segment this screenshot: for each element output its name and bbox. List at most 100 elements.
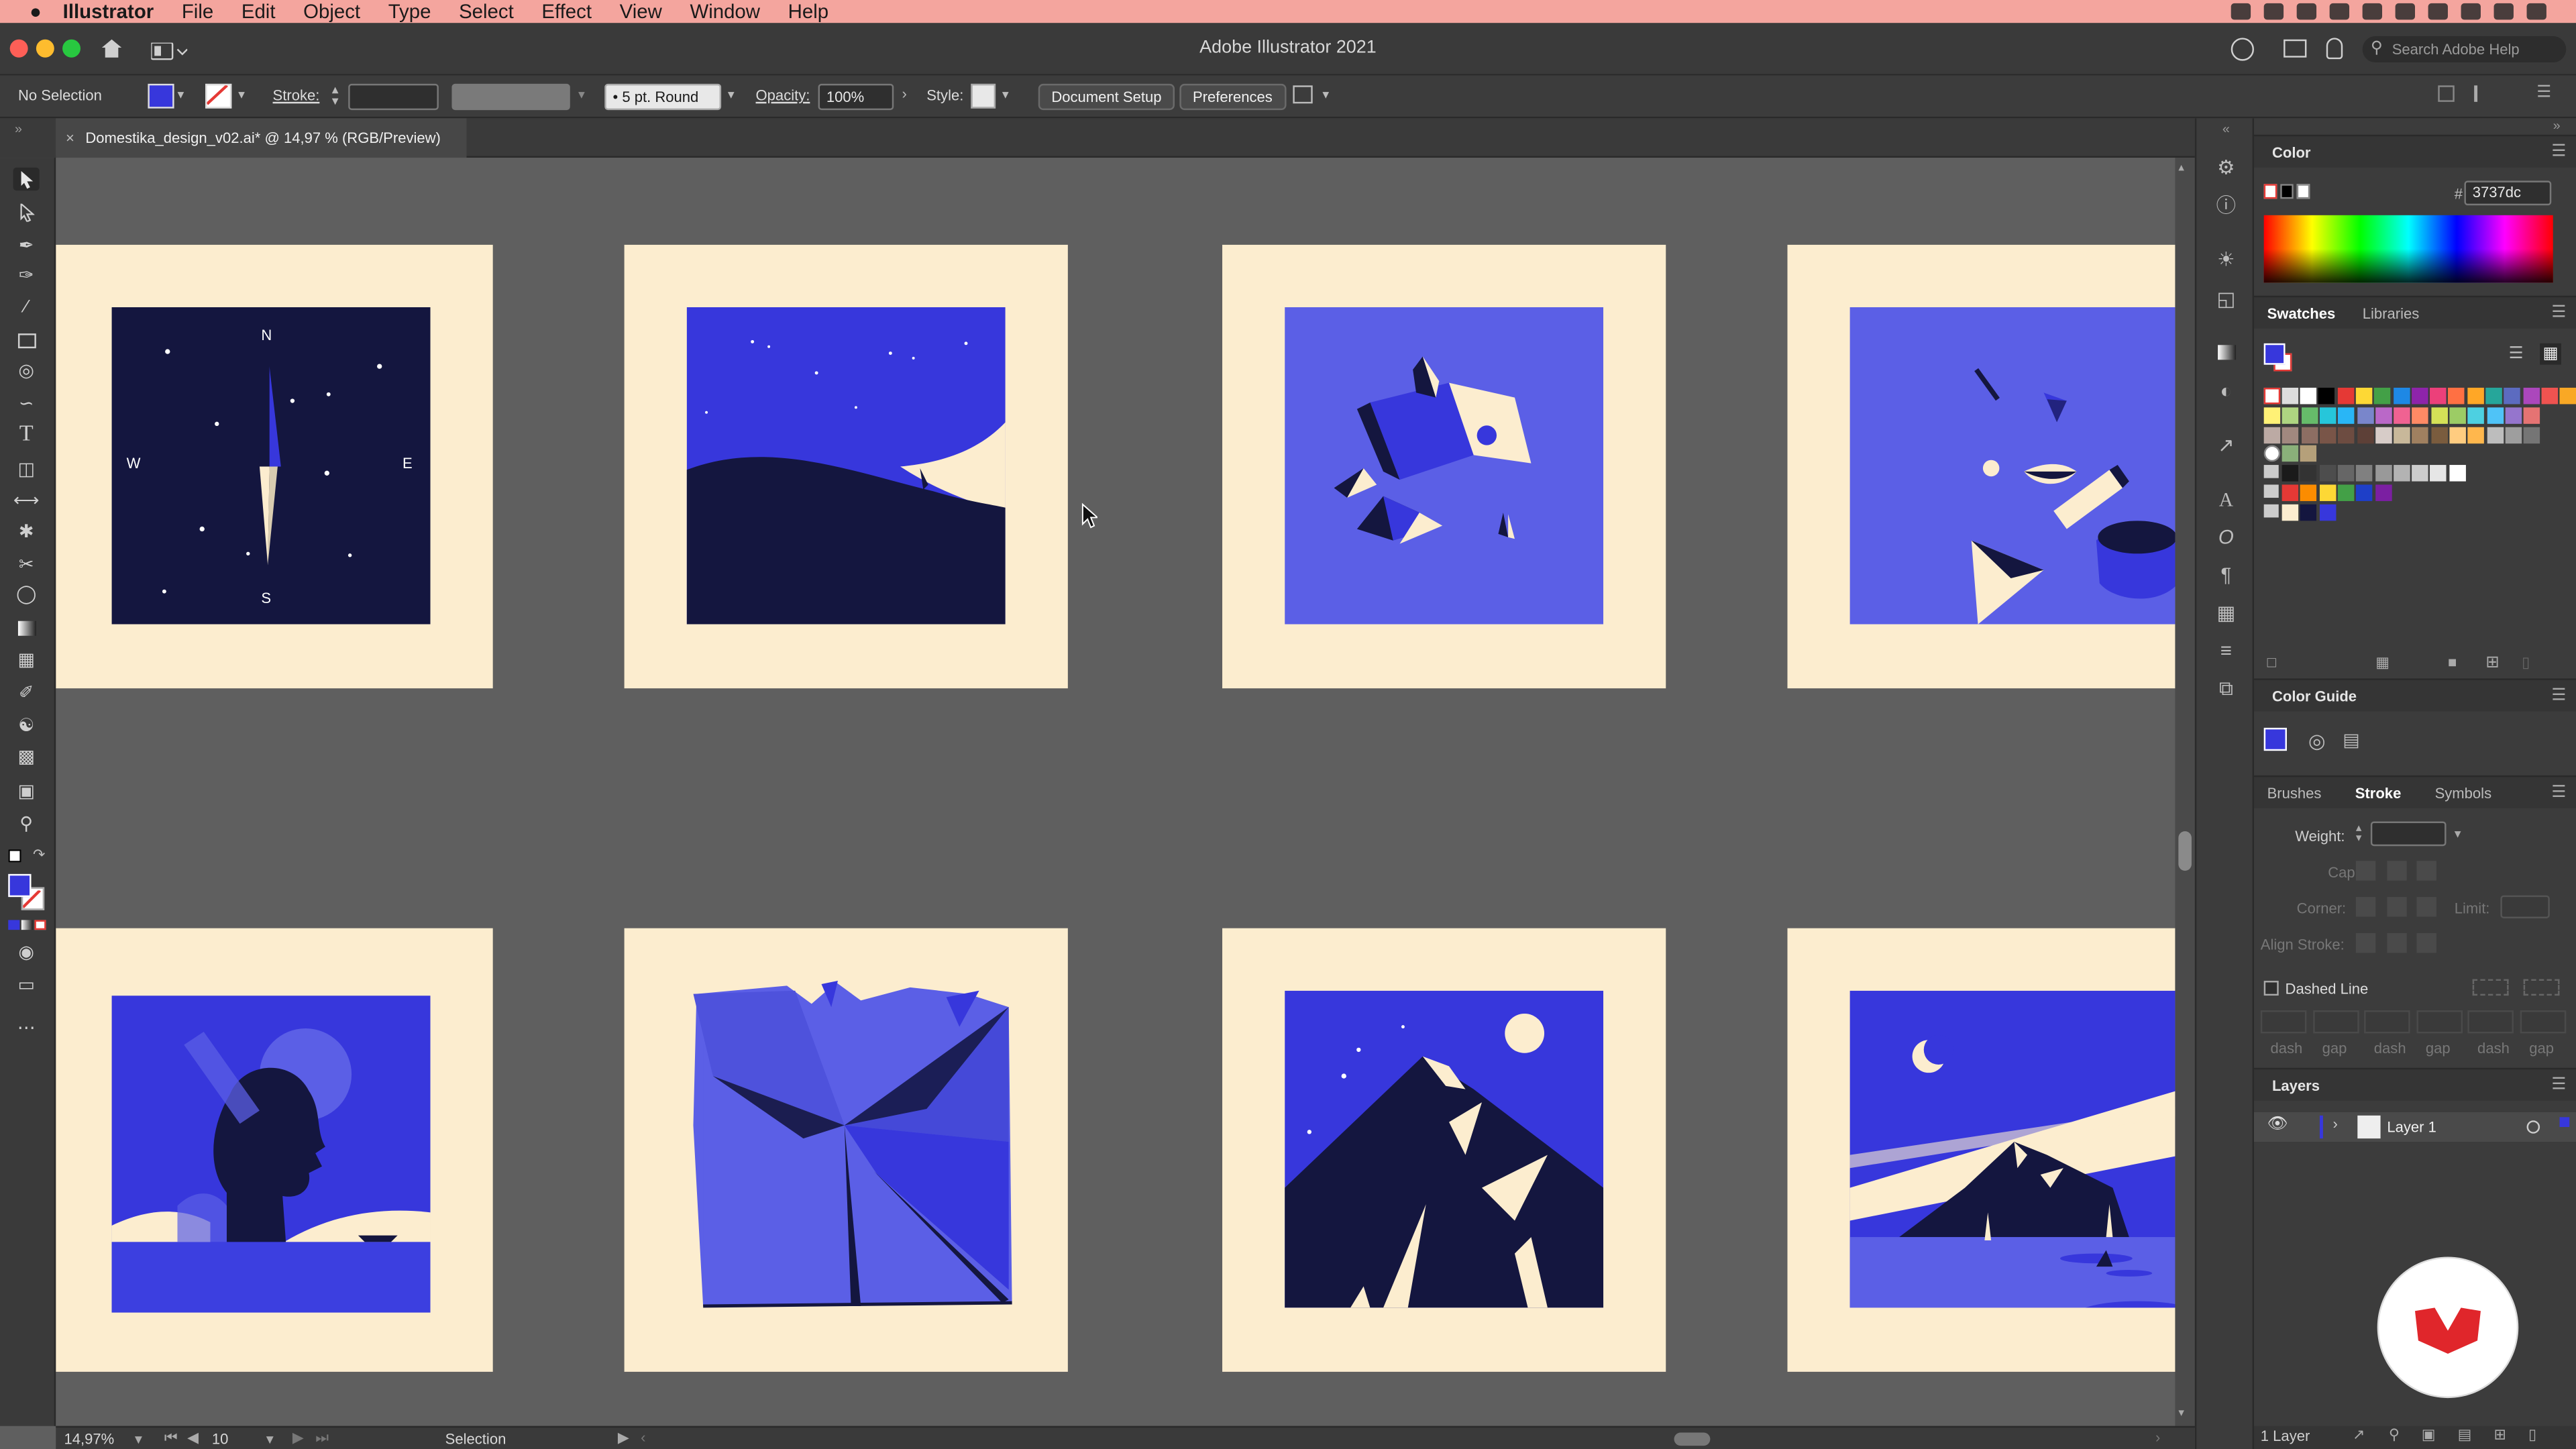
expand-layer-icon[interactable]: ›	[2333, 1116, 2338, 1132]
character-icon[interactable]: A	[2214, 488, 2237, 511]
delete-swatch-icon[interactable]: ▯	[2522, 654, 2530, 672]
swatch-gray-2[interactable]	[2300, 465, 2317, 482]
line-tool-icon[interactable]: ⁄	[13, 296, 40, 319]
round-cap-icon[interactable]	[2387, 861, 2407, 881]
swatch-gray-6[interactable]	[2375, 465, 2392, 482]
swatch-registration[interactable]	[2282, 387, 2299, 405]
style-dropdown-icon[interactable]: ▾	[1002, 87, 1009, 102]
siri-icon[interactable]	[2493, 3, 2514, 20]
notification-icon[interactable]	[2362, 3, 2383, 20]
fill-color-box[interactable]	[8, 873, 32, 898]
sync-icon[interactable]	[2296, 3, 2317, 20]
swatch-pattern-2[interactable]	[2300, 445, 2317, 462]
dropbox-icon[interactable]	[2231, 3, 2251, 20]
arrange-icon[interactable]	[1293, 85, 1313, 104]
swatch-g1-3[interactable]	[2318, 484, 2336, 501]
rectangle-tool-icon[interactable]	[13, 329, 40, 352]
preferences-button[interactable]: Preferences	[1179, 83, 1286, 111]
swatch-r2-7[interactable]	[2375, 407, 2392, 424]
swatch-r1-13[interactable]	[2522, 387, 2540, 405]
canvas-vertical-scrollbar[interactable]: ▴ ▾	[2175, 158, 2195, 1426]
opacity-arrow-icon[interactable]: ›	[902, 85, 906, 101]
stroke-weight-stepper[interactable]: ▴ ▾	[332, 83, 339, 108]
swatch-gray-1[interactable]	[2282, 465, 2299, 482]
swatch-r1-11[interactable]	[2485, 387, 2502, 405]
menu-file[interactable]: File	[182, 0, 213, 23]
stroke-weight-field[interactable]	[348, 83, 439, 111]
menu-effect[interactable]: Effect	[541, 0, 592, 23]
swatch-gray-4[interactable]	[2337, 465, 2355, 482]
tab-stroke[interactable]: Stroke	[2355, 777, 2402, 810]
swatch-gray-5[interactable]	[2356, 465, 2373, 482]
artboard-head-profile[interactable]	[56, 928, 493, 1372]
swatch-r3-10[interactable]	[2430, 427, 2448, 444]
spotlight-icon[interactable]	[2461, 3, 2481, 20]
scroll-down-arrow-icon[interactable]: ▾	[2178, 1406, 2184, 1419]
grid-view-icon[interactable]: ▦	[2540, 343, 2561, 365]
swatch-r2-6[interactable]	[2357, 407, 2373, 424]
artboard-folded-paper[interactable]	[624, 928, 1068, 1372]
menu-select[interactable]: Select	[459, 0, 514, 23]
harmony-rules-icon[interactable]: ◎	[2308, 729, 2326, 752]
swatch-r3-13[interactable]	[2486, 427, 2504, 444]
swatch-r1-5[interactable]	[2374, 387, 2391, 405]
swatch-g1-4[interactable]	[2337, 484, 2355, 501]
new-swatch-icon[interactable]: ⊞	[2485, 654, 2500, 672]
swatch-r1-12[interactable]	[2504, 387, 2521, 405]
gradient-panel-icon[interactable]	[2214, 341, 2237, 364]
symbol-sprayer-tool-icon[interactable]: ◎	[13, 358, 40, 381]
scroll-up-arrow-icon[interactable]: ▴	[2178, 161, 2184, 174]
layer-name[interactable]: Layer 1	[2387, 1119, 2436, 1135]
swatch-r3-15[interactable]	[2524, 427, 2540, 444]
swatches-panel-menu-icon[interactable]: ☰	[2551, 297, 2566, 330]
swatch-r3-2[interactable]	[2282, 427, 2299, 444]
swatch-r1-7[interactable]	[2411, 387, 2428, 405]
gradient-mode-icon[interactable]	[21, 920, 33, 930]
tab-swatches[interactable]: Swatches	[2267, 297, 2336, 330]
edit-colors-icon[interactable]: ▤	[2343, 729, 2359, 751]
creative-cloud-icon[interactable]	[2263, 3, 2284, 20]
control-center-icon[interactable]	[2526, 3, 2546, 20]
zoom-level-field[interactable]: 14,97%	[64, 1431, 115, 1447]
last-artboard-icon[interactable]: ⏭	[315, 1430, 329, 1448]
dash-field[interactable]	[2467, 1010, 2514, 1034]
swatch-r1-6[interactable]	[2392, 387, 2410, 405]
direct-selection-tool-icon[interactable]	[13, 201, 40, 223]
gap-field[interactable]	[2416, 1010, 2462, 1034]
clipping-mask-icon[interactable]: ▣	[2422, 1426, 2436, 1444]
none-mode-icon[interactable]	[34, 920, 46, 930]
swatch-r3-7[interactable]	[2375, 427, 2392, 444]
artboard-number-field[interactable]: 10	[212, 1431, 229, 1447]
delete-layer-icon[interactable]: ▯	[2528, 1426, 2536, 1444]
align-dash-icon[interactable]	[2523, 979, 2560, 996]
brights-folder-icon[interactable]	[2263, 484, 2279, 498]
wifi-icon[interactable]	[2329, 3, 2350, 20]
swatch-gray-9[interactable]	[2430, 465, 2447, 482]
hex-field[interactable]: 3737dc	[2464, 180, 2552, 206]
screen-mode-icon[interactable]: ▭	[13, 973, 40, 996]
menu-window[interactable]: Window	[690, 0, 760, 23]
miter-join-icon[interactable]	[2355, 897, 2376, 917]
weight-dropdown-icon[interactable]: ▾	[2455, 826, 2461, 841]
profile-dropdown-icon[interactable]: ▾	[578, 87, 585, 102]
dashed-line-checkbox[interactable]	[2263, 981, 2279, 996]
menu-type[interactable]: Type	[388, 0, 431, 23]
tab-libraries[interactable]: Libraries	[2363, 297, 2420, 330]
swatch-r3-5[interactable]	[2338, 427, 2355, 444]
swatch-r1-3[interactable]	[2337, 387, 2354, 405]
layer-row[interactable]: 👁 › Layer 1	[2254, 1112, 2576, 1142]
align-outside-icon[interactable]	[2416, 933, 2436, 953]
type-tool-icon[interactable]: T	[13, 422, 40, 447]
new-layer-icon[interactable]: ⊞	[2494, 1426, 2506, 1444]
swatch-r1-4[interactable]	[2355, 387, 2373, 405]
arrange-documents-icon[interactable]	[2284, 39, 2307, 58]
stroke-panel-menu-icon[interactable]: ☰	[2551, 777, 2566, 810]
swatch-r3-12[interactable]	[2468, 427, 2485, 444]
swatch-gray-8[interactable]	[2412, 465, 2428, 482]
brush-dropdown-icon[interactable]: ▾	[728, 87, 735, 102]
gap-field[interactable]	[2519, 1010, 2566, 1034]
swatch-g1-2[interactable]	[2300, 484, 2317, 501]
stroke-label[interactable]: Stroke:	[273, 87, 320, 103]
visibility-eye-icon[interactable]: 👁	[2267, 1116, 2288, 1134]
document-setup-button[interactable]: Document Setup	[1038, 83, 1175, 111]
